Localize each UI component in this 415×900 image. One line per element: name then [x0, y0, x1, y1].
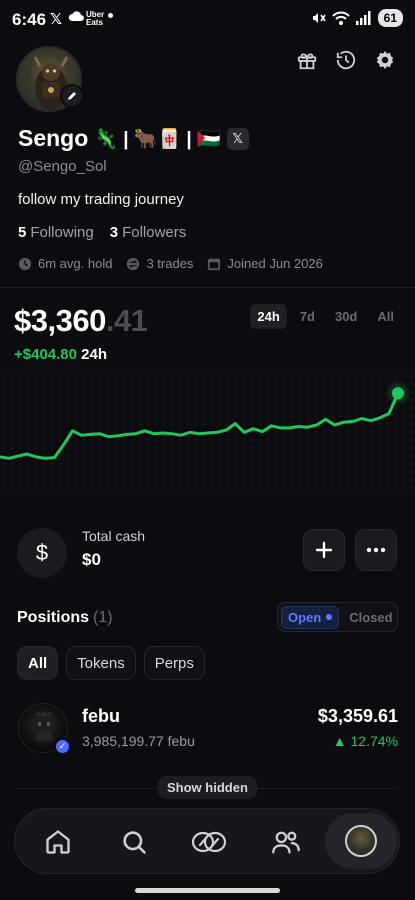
clock-icon [18, 257, 32, 270]
cash-label: Total cash [82, 528, 146, 544]
nav-trade[interactable] [190, 823, 228, 861]
token-name: febu [82, 706, 120, 726]
friends-icon [272, 831, 300, 854]
wifi-icon [331, 11, 350, 25]
positions-count: (1) [93, 609, 113, 626]
battery-icon: 61 [377, 9, 403, 27]
x-link-icon[interactable]: 𝕏 [226, 127, 249, 150]
signal-icon [355, 11, 371, 25]
portfolio-balance: $3,360.41 [14, 303, 148, 339]
profile-name-row: Sengo 🦎 | 🐂🀄 | 🇵🇸 𝕏 [18, 125, 249, 152]
toggle-open-label: Open [288, 609, 322, 625]
settings-icon [376, 50, 394, 70]
cloud-icon [68, 11, 84, 21]
change-amount: +$404.80 [14, 346, 77, 363]
verified-icon: ✓ [54, 738, 71, 755]
tab-7d[interactable]: 7d [293, 304, 322, 329]
avg-hold-text: 6m avg. hold [38, 256, 113, 271]
toggle-open[interactable]: Open [281, 605, 340, 629]
status-right-group: 61 [310, 9, 403, 27]
bottom-nav [14, 808, 400, 874]
portfolio-chart[interactable] [0, 372, 415, 490]
search-icon [123, 831, 146, 854]
history-button[interactable] [333, 47, 359, 73]
gift-icon [297, 53, 317, 70]
profile-handle: @Sengo_Sol [18, 158, 107, 175]
change-period: 24h [81, 346, 108, 363]
history-icon [336, 50, 356, 70]
nav-profile[interactable] [325, 813, 397, 869]
followers-link[interactable]: 3 Followers [110, 224, 187, 241]
cash-value: $0 [82, 550, 101, 569]
swap-icon [127, 257, 140, 270]
toggle-closed[interactable]: Closed [343, 607, 398, 628]
section-divider [0, 287, 415, 288]
add-cash-button[interactable] [303, 529, 345, 571]
active-dot-icon [326, 614, 333, 620]
edit-profile-button[interactable] [60, 84, 84, 108]
profile-name: Sengo [18, 125, 89, 151]
trades: 3 trades [126, 256, 193, 271]
filter-all[interactable]: All [17, 646, 59, 680]
filter-perps[interactable]: Perps [143, 646, 205, 680]
follow-stats: 5 Following 3 Followers [18, 224, 186, 241]
plus-icon [315, 541, 333, 559]
dot-icon [108, 13, 113, 18]
profile-bio: follow my trading journey [18, 191, 184, 208]
joined: Joined Jun 2026 [207, 256, 323, 271]
mute-icon [312, 13, 326, 23]
status-bar: 6:46 𝕏 Uber Eats 61 [0, 0, 415, 38]
profile-name-emojis: 🦎 | 🐂🀄 | 🇵🇸 [94, 128, 221, 150]
tab-24h[interactable]: 24h [250, 304, 287, 329]
followers-label: Followers [122, 224, 187, 241]
positions-label: Positions [17, 609, 90, 626]
avg-hold: 6m avg. hold [18, 256, 112, 271]
token-amount: 3,985,199.77 febu [82, 733, 195, 749]
settings-button[interactable] [372, 47, 398, 73]
nav-friends[interactable] [267, 823, 305, 861]
joined-text: Joined Jun 2026 [227, 256, 323, 271]
gift-button[interactable] [294, 47, 320, 73]
chart-endpoint-dot [392, 387, 404, 400]
open-closed-toggle: Open Closed [277, 602, 398, 632]
cash-icon: $ [17, 528, 67, 578]
balance-dollars: $3,360 [14, 303, 106, 338]
following-count: 5 [18, 224, 27, 241]
calendar-icon [208, 258, 221, 270]
show-hidden-button[interactable]: Show hidden [158, 776, 257, 799]
following-link[interactable]: 5 Following [18, 224, 94, 241]
more-options-button[interactable] [355, 529, 397, 571]
profile-meta: 6m avg. hold 3 trades Joined Jun 2026 [18, 256, 323, 271]
chart-series-line [0, 391, 400, 460]
nav-home[interactable] [39, 823, 77, 861]
token-change: ▲ 12.74% [332, 733, 398, 749]
status-time: 6:46 [12, 10, 47, 29]
x-icon: 𝕏 [50, 11, 63, 28]
followers-count: 3 [109, 224, 119, 241]
filter-tokens[interactable]: Tokens [66, 646, 136, 680]
position-filters: All Tokens Perps [17, 646, 205, 680]
nav-search[interactable] [115, 823, 153, 861]
trade-icon [191, 831, 227, 853]
more-icon [366, 547, 386, 553]
balance-cents: .41 [105, 303, 148, 338]
home-icon [46, 830, 70, 854]
uber-eats-line2: Eats [86, 18, 103, 27]
positions-title: Positions (1) [17, 609, 113, 627]
profile-avatar-mini [345, 825, 377, 857]
trades-text: 3 trades [146, 256, 194, 271]
range-tabs: 24h 7d 30d All [250, 304, 401, 329]
balance-change: +$404.80 24h [14, 346, 107, 363]
uber-eats-icon: Uber Eats [86, 11, 104, 27]
home-indicator [135, 888, 280, 893]
tab-all[interactable]: All [370, 304, 401, 329]
pencil-icon [68, 92, 76, 100]
token-value: $3,359.61 [317, 706, 398, 726]
following-label: Following [30, 224, 94, 241]
tab-30d[interactable]: 30d [328, 304, 364, 329]
